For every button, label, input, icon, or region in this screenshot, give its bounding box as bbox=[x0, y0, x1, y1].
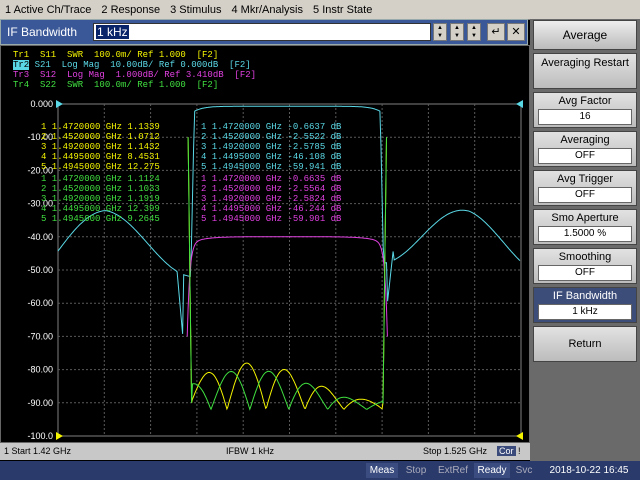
spin-up-icon[interactable]: ▲ bbox=[434, 24, 446, 32]
softkey-label: Return bbox=[568, 338, 602, 350]
ref-marker-left-bottom bbox=[56, 432, 63, 440]
marker-table-tr4-row: 5 1.4945000 GHz 9.2645 bbox=[41, 214, 160, 224]
status-indicator: ! bbox=[518, 446, 521, 456]
marker-table-tr3-row: 1 1.4720000 GHz -0.6635 dB bbox=[201, 174, 342, 184]
instrument-status-bar: Meas Stop ExtRef Ready Svc 2018-10-22 16… bbox=[0, 461, 640, 480]
y-tick-label: -90.00 bbox=[27, 398, 53, 408]
menu-response[interactable]: 2 Response bbox=[96, 4, 165, 16]
softkey-label: IF Bandwidth bbox=[552, 290, 618, 302]
softkey-panel: Average Averaging Restart Avg Factor 16 A… bbox=[530, 19, 640, 461]
y-tick-label: -100.0 bbox=[27, 431, 53, 441]
softkey-label: Smo Aperture bbox=[551, 212, 619, 224]
entry-value: 1 kHz bbox=[96, 25, 129, 39]
softkey-smoothing[interactable]: Smoothing OFF bbox=[533, 248, 637, 284]
marker-table-tr1-row: 4 1.4495000 GHz 8.4531 bbox=[41, 152, 160, 162]
marker-table-tr2-row: 2 1.4520000 GHz -2.5522 dB bbox=[201, 132, 342, 142]
channel-status-bar: 1 Start 1.42 GHz IFBW 1 kHz Stop 1.525 G… bbox=[0, 443, 530, 460]
entry-spin-up-down[interactable]: ▲ ▼ bbox=[433, 23, 447, 41]
marker-table-tr4-row: 4 1.4495000 GHz 12.399 bbox=[41, 204, 160, 214]
softkey-label: Averaging bbox=[560, 134, 610, 146]
softkey-averaging[interactable]: Averaging OFF bbox=[533, 131, 637, 167]
entry-bar: IF Bandwidth 1 kHz ▲ ▼ ▲ ▼ ▲ ▼ ↵ ✕ bbox=[0, 19, 528, 45]
marker-table-tr3-row: 3 1.4920000 GHz -2.5824 dB bbox=[201, 194, 342, 204]
softkey-value: 1.5000 % bbox=[538, 226, 632, 242]
softkey-avg-trigger[interactable]: Avg Trigger OFF bbox=[533, 170, 637, 206]
menu-stimulus[interactable]: 3 Stimulus bbox=[165, 4, 226, 16]
marker-table-tr1-row: 2 1.4520000 GHz 1.0712 bbox=[41, 132, 160, 142]
spin-down-icon[interactable]: ▼ bbox=[468, 32, 480, 40]
marker-table-tr1-row: 3 1.4920000 GHz 1.1432 bbox=[41, 142, 160, 152]
softkey-label: Averaging Restart bbox=[541, 57, 629, 69]
plot-pane: Tr1 S11 SWR 100.0m/ Ref 1.000 [F2] Tr2 S… bbox=[0, 45, 530, 443]
ifbw-readout[interactable]: IFBW 1 kHz bbox=[226, 446, 274, 456]
marker-table-tr4-row: 2 1.4520000 GHz 1.1033 bbox=[41, 184, 160, 194]
softkey-smo-aperture[interactable]: Smo Aperture 1.5000 % bbox=[533, 209, 637, 245]
svc-status: Svc bbox=[515, 465, 533, 476]
start-frequency[interactable]: 1 Start 1.42 GHz bbox=[4, 446, 71, 456]
spin-down-icon[interactable]: ▼ bbox=[434, 32, 446, 40]
entry-spin-up-down-3[interactable]: ▲ ▼ bbox=[467, 23, 481, 41]
softkey-value: OFF bbox=[538, 265, 632, 281]
marker-table-tr4-row: 3 1.4920000 GHz 1.1919 bbox=[41, 194, 160, 204]
menu-bar: 1 Active Ch/Trace 2 Response 3 Stimulus … bbox=[0, 0, 640, 20]
softkey-averaging-restart[interactable]: Averaging Restart bbox=[533, 53, 637, 89]
entry-label: IF Bandwidth bbox=[7, 25, 78, 39]
softkey-title: Average bbox=[533, 20, 637, 50]
y-tick-label: -60.00 bbox=[27, 298, 53, 308]
trace-tr3-line bbox=[186, 236, 388, 337]
y-tick-label: -80.00 bbox=[27, 365, 53, 375]
softkey-label: Avg Factor bbox=[558, 95, 612, 107]
spin-down-icon[interactable]: ▼ bbox=[451, 32, 463, 40]
spin-up-icon[interactable]: ▲ bbox=[468, 24, 480, 32]
entry-input[interactable]: 1 kHz bbox=[93, 23, 431, 41]
softkey-label: Smoothing bbox=[558, 251, 612, 263]
y-tick-label: -50.00 bbox=[27, 265, 53, 275]
softkey-label: Avg Trigger bbox=[556, 173, 614, 185]
marker-table-tr2-row: 3 1.4920000 GHz -2.5785 dB bbox=[201, 142, 342, 152]
menu-instr-state[interactable]: 5 Instr State bbox=[308, 4, 377, 16]
marker-table-tr2-row: 5 1.4945000 GHz -59.941 dB bbox=[201, 162, 342, 172]
ready-status: Ready bbox=[474, 463, 510, 478]
menu-mkr-analysis[interactable]: 4 Mkr/Analysis bbox=[226, 4, 308, 16]
stop-status: Stop bbox=[405, 465, 427, 476]
ref-marker-right bbox=[516, 100, 523, 108]
trace-plot[interactable]: 0.000-10.00-20.00-30.00-40.00-50.00-60.0… bbox=[1, 46, 529, 442]
ref-marker-right-bottom bbox=[516, 432, 523, 440]
enter-icon[interactable]: ↵ bbox=[487, 23, 505, 41]
extref-status: ExtRef bbox=[437, 465, 468, 476]
softkey-avg-factor[interactable]: Avg Factor 16 bbox=[533, 92, 637, 128]
marker-table-tr3-row: 4 1.4495000 GHz -46.244 dB bbox=[201, 204, 342, 214]
y-tick-label: 0.000 bbox=[30, 99, 53, 109]
entry-spin-up-down-2[interactable]: ▲ ▼ bbox=[450, 23, 464, 41]
close-icon[interactable]: ✕ bbox=[507, 23, 525, 41]
marker-table-tr1-row: 1 1.4720000 GHz 1.1339 bbox=[41, 122, 160, 132]
softkey-value: 16 bbox=[538, 109, 632, 125]
marker-table-tr2-row: 1 1.4720000 GHz -0.6637 dB bbox=[201, 122, 342, 132]
datetime: 2018-10-22 16:45 bbox=[549, 465, 629, 476]
softkey-value: OFF bbox=[538, 187, 632, 203]
softkey-if-bandwidth[interactable]: IF Bandwidth 1 kHz bbox=[533, 287, 637, 323]
marker-table-tr3-row: 5 1.4945000 GHz -59.901 dB bbox=[201, 214, 342, 224]
marker-table-tr1-row: 5 1.4945000 GHz 12.275 bbox=[41, 162, 160, 172]
marker-table-tr3-row: 2 1.4520000 GHz -2.5564 dB bbox=[201, 184, 342, 194]
menu-active-ch-trace[interactable]: 1 Active Ch/Trace bbox=[0, 4, 96, 16]
cor-badge: Cor bbox=[497, 446, 516, 456]
stop-frequency[interactable]: Stop 1.525 GHz bbox=[423, 446, 487, 456]
spin-up-icon[interactable]: ▲ bbox=[451, 24, 463, 32]
softkey-value: OFF bbox=[538, 148, 632, 164]
ref-marker-left bbox=[56, 100, 63, 108]
meas-status: Meas bbox=[366, 463, 398, 478]
softkey-value: 1 kHz bbox=[538, 304, 632, 320]
softkey-return[interactable]: Return bbox=[533, 326, 637, 362]
y-tick-label: -40.00 bbox=[27, 232, 53, 242]
marker-table-tr2-row: 4 1.4495000 GHz -46.108 dB bbox=[201, 152, 342, 162]
y-tick-label: -70.00 bbox=[27, 331, 53, 341]
marker-table-tr4-row: 1 1.4720000 GHz 1.1124 bbox=[41, 174, 160, 184]
